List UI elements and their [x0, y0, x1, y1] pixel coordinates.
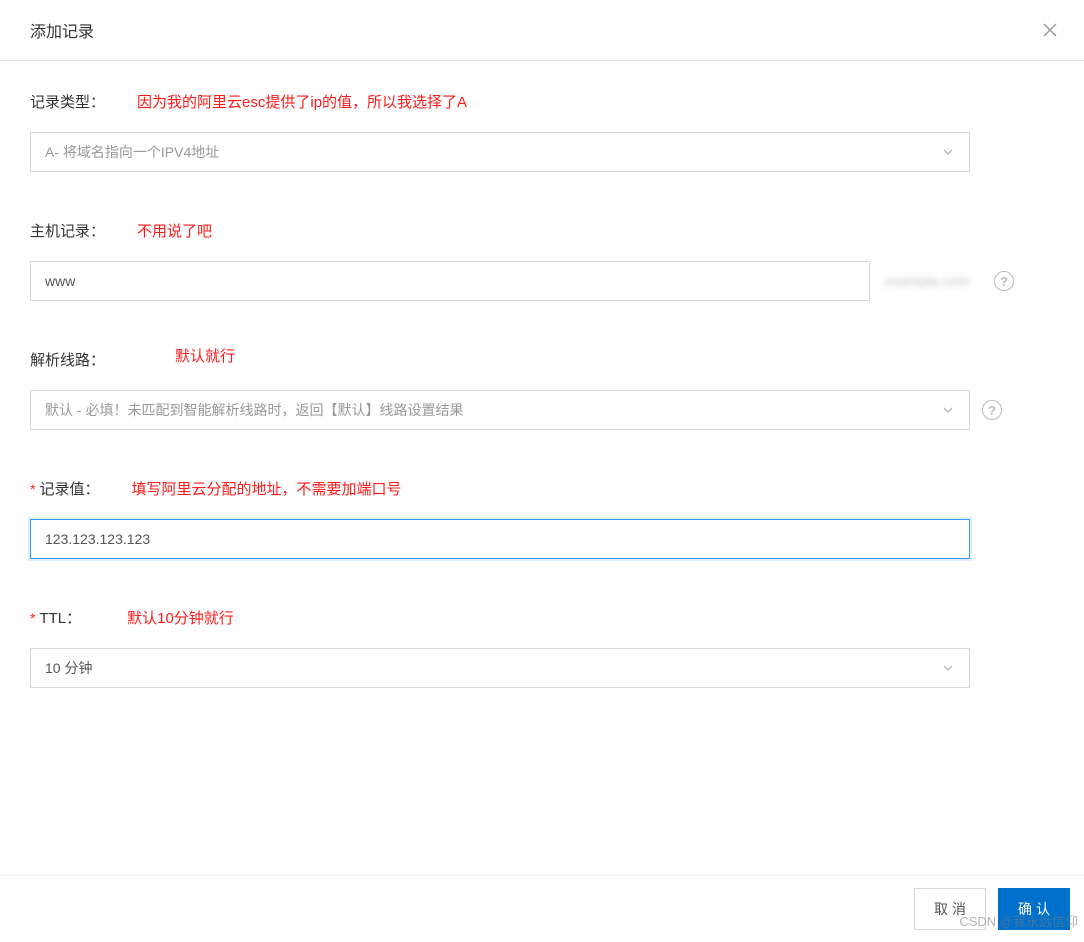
close-icon[interactable]	[1040, 20, 1060, 40]
label-host-record: 主机记录：	[30, 220, 105, 241]
annotation-ttl: 默认10分钟就行	[127, 607, 234, 628]
annotation-host-record: 不用说了吧	[137, 220, 212, 241]
label-ttl: TTL：	[39, 607, 81, 628]
annotation-record-type: 因为我的阿里云esc提供了ip的值，所以我选择了A	[137, 91, 467, 112]
select-line[interactable]: 默认 - 必填！未匹配到智能解析线路时，返回【默认】线路设置结果	[30, 390, 970, 430]
modal-title: 添加记录	[30, 18, 94, 42]
cancel-button[interactable]: 取消	[914, 888, 986, 930]
select-ttl[interactable]: 10 分钟	[30, 648, 970, 688]
input-host-record[interactable]	[30, 261, 870, 301]
select-record-type[interactable]: A- 将域名指向一个IPV4地址	[30, 132, 970, 172]
modal-header: 添加记录	[0, 0, 1084, 61]
select-ttl-text: 10 分钟	[45, 658, 92, 678]
section-record-type: 记录类型： 因为我的阿里云esc提供了ip的值，所以我选择了A A- 将域名指向…	[30, 91, 1054, 172]
label-record-type: 记录类型：	[30, 91, 105, 112]
chevron-down-icon	[941, 145, 955, 159]
section-ttl: * TTL： 默认10分钟就行 10 分钟	[30, 607, 1054, 688]
section-host-record: 主机记录： 不用说了吧 .example.com ?	[30, 220, 1054, 301]
required-mark: *	[30, 610, 35, 626]
select-record-type-text: A- 将域名指向一个IPV4地址	[45, 142, 219, 162]
input-record-value[interactable]	[30, 519, 970, 559]
domain-suffix: .example.com	[882, 273, 982, 289]
section-line: 默认就行 解析线路： 默认 - 必填！未匹配到智能解析线路时，返回【默认】线路设…	[30, 349, 1054, 430]
confirm-button[interactable]: 确认	[998, 888, 1070, 930]
chevron-down-icon	[941, 403, 955, 417]
form-body: 记录类型： 因为我的阿里云esc提供了ip的值，所以我选择了A A- 将域名指向…	[0, 61, 1084, 688]
help-icon[interactable]: ?	[994, 271, 1014, 291]
chevron-down-icon	[941, 661, 955, 675]
annotation-line: 默认就行	[175, 345, 235, 366]
help-icon[interactable]: ?	[982, 400, 1002, 420]
select-line-text: 默认 - 必填！未匹配到智能解析线路时，返回【默认】线路设置结果	[45, 400, 463, 420]
section-record-value: * 记录值： 填写阿里云分配的地址，不需要加端口号	[30, 478, 1054, 559]
modal-footer: 取消 确认	[0, 875, 1084, 942]
label-record-value: 记录值：	[39, 478, 99, 499]
required-mark: *	[30, 481, 35, 497]
annotation-record-value: 填写阿里云分配的地址，不需要加端口号	[131, 478, 401, 499]
